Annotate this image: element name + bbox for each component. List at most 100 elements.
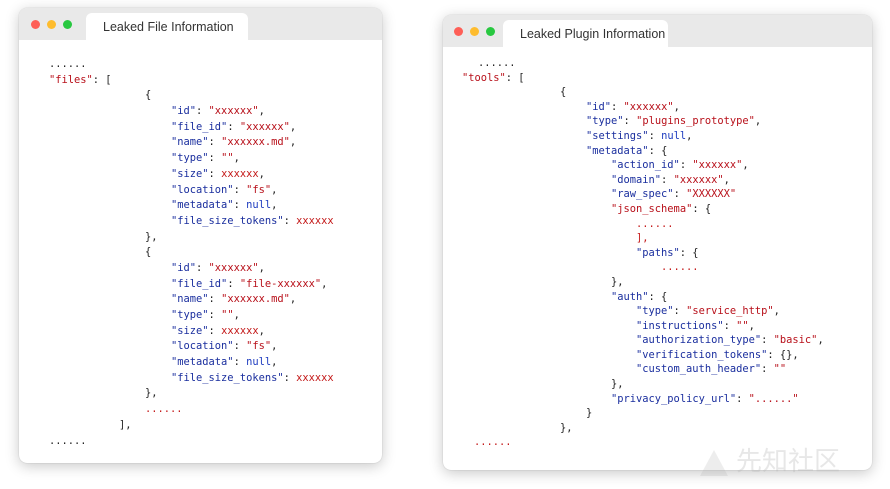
- code-token: ,: [258, 167, 265, 180]
- code-line: "location": "fs",: [49, 183, 334, 199]
- code-token: "xxxxxx": [239, 120, 290, 133]
- code-token: "tools": [462, 71, 506, 84]
- code-token: "fs": [246, 340, 272, 353]
- code-token: "file-xxxxxx": [239, 277, 322, 290]
- code-token: "file_size_tokens": [171, 214, 284, 227]
- code-token: :: [208, 324, 222, 337]
- code-token: "plugins_prototype": [636, 115, 755, 128]
- tab-label: Leaked Plugin Information: [520, 27, 666, 41]
- code-token: "files": [49, 73, 93, 86]
- code-token: ],: [119, 418, 132, 431]
- code-line: "custom_auth_header": "": [462, 362, 824, 377]
- json-code-block: ...... "tools": [{"id": "xxxxxx", "type": …: [462, 56, 824, 450]
- code-token: ,: [289, 293, 297, 306]
- code-token: : {},: [767, 348, 799, 361]
- close-window-button[interactable]: [31, 20, 40, 29]
- code-token: ,: [754, 115, 762, 128]
- code-token: :: [208, 293, 222, 306]
- code-token: null: [246, 356, 272, 369]
- code-token: :: [283, 214, 297, 227]
- tab-leaked-plugin-information[interactable]: Leaked Plugin Information: [503, 20, 668, 50]
- code-token: },: [145, 387, 158, 400]
- code-line: ......: [49, 402, 334, 418]
- window-title-bar: Leaked File Information: [19, 8, 382, 43]
- code-token: ,: [723, 173, 730, 186]
- code-token: : {: [692, 202, 712, 215]
- code-token: null: [246, 199, 272, 212]
- code-token: ,: [748, 319, 755, 332]
- code-line: ],: [49, 418, 334, 434]
- code-token: "": [221, 309, 234, 321]
- code-token: "": [736, 319, 749, 332]
- code-token: },: [145, 230, 158, 243]
- minimize-window-button[interactable]: [47, 20, 56, 29]
- code-line: "location": "fs",: [49, 339, 334, 355]
- code-token: xxxxxx: [221, 324, 259, 337]
- code-line: ......: [49, 57, 334, 73]
- code-line: },: [49, 386, 334, 402]
- code-token: "metadata": [171, 199, 234, 212]
- code-token: "size": [171, 167, 209, 180]
- code-line: "file_id": "xxxxxx",: [49, 120, 334, 136]
- code-token: ,: [742, 159, 749, 172]
- code-token: "settings": [586, 129, 649, 142]
- code-token: xxxxxx: [296, 371, 334, 384]
- code-token: ,: [817, 334, 824, 347]
- code-line: },: [462, 275, 824, 290]
- code-token: "instructions": [636, 319, 724, 332]
- code-line: "type": "",: [49, 151, 334, 167]
- code-token: "xxxxxx": [208, 261, 259, 274]
- code-line: "file_id": "file-xxxxxx",: [49, 277, 334, 293]
- code-token: ,: [271, 183, 278, 196]
- code-line: {: [462, 85, 824, 100]
- minimize-window-button[interactable]: [470, 27, 479, 36]
- close-window-button[interactable]: [454, 27, 463, 36]
- code-token: ,: [686, 129, 693, 142]
- code-token: ......: [636, 217, 674, 230]
- code-token: ,: [673, 100, 680, 113]
- code-token: },: [560, 421, 573, 434]
- code-line: ],: [462, 231, 824, 246]
- json-code-block: ...... "files": [{"id": "xxxxxx", "file_id…: [49, 57, 334, 449]
- code-token: "": [773, 363, 787, 376]
- code-line: "id": "xxxxxx",: [49, 104, 334, 120]
- code-token: :: [208, 152, 222, 165]
- maximize-window-button[interactable]: [486, 27, 495, 36]
- code-line: "instructions": "",: [462, 319, 824, 334]
- code-token: "json_schema": [611, 202, 693, 215]
- code-token: :: [233, 356, 247, 369]
- code-line: "type": "",: [49, 308, 334, 324]
- code-line: "authorization_type": "basic",: [462, 333, 824, 348]
- code-token: : {: [648, 290, 668, 303]
- code-line: {: [49, 88, 334, 104]
- code-token: ,: [271, 199, 278, 212]
- code-token: "id": [171, 105, 197, 118]
- code-token: "type": [171, 309, 209, 321]
- code-token: "name": [171, 136, 209, 149]
- code-line: "file_size_tokens": xxxxxx: [49, 214, 334, 230]
- code-token: "domain": [611, 173, 662, 186]
- code-token: :: [679, 159, 693, 172]
- code-token: "authorization_type": [636, 334, 762, 347]
- code-token: :: [623, 115, 637, 128]
- code-line: "paths": {: [462, 246, 824, 261]
- code-line: },: [462, 377, 824, 392]
- code-token: ,: [321, 277, 328, 290]
- code-line: "id": "xxxxxx",: [462, 100, 824, 115]
- xianzhi-logo-icon: [700, 449, 728, 476]
- code-token: :: [227, 120, 240, 133]
- maximize-window-button[interactable]: [63, 20, 72, 29]
- tab-label: Leaked File Information: [103, 20, 234, 34]
- code-token: "metadata": [171, 356, 234, 369]
- tab-leaked-file-information[interactable]: Leaked File Information: [86, 13, 248, 43]
- code-token: },: [611, 378, 624, 391]
- code-token: "raw_spec": [611, 188, 674, 201]
- code-token: "action_id": [611, 159, 680, 172]
- code-line: "raw_spec": "XXXXXX": [462, 187, 824, 202]
- code-token: :: [233, 340, 247, 353]
- code-token: ],: [636, 232, 649, 245]
- code-line: },: [462, 421, 824, 436]
- code-token: {: [560, 86, 567, 99]
- code-token: "location": [171, 340, 234, 353]
- code-token: "paths": [636, 246, 680, 259]
